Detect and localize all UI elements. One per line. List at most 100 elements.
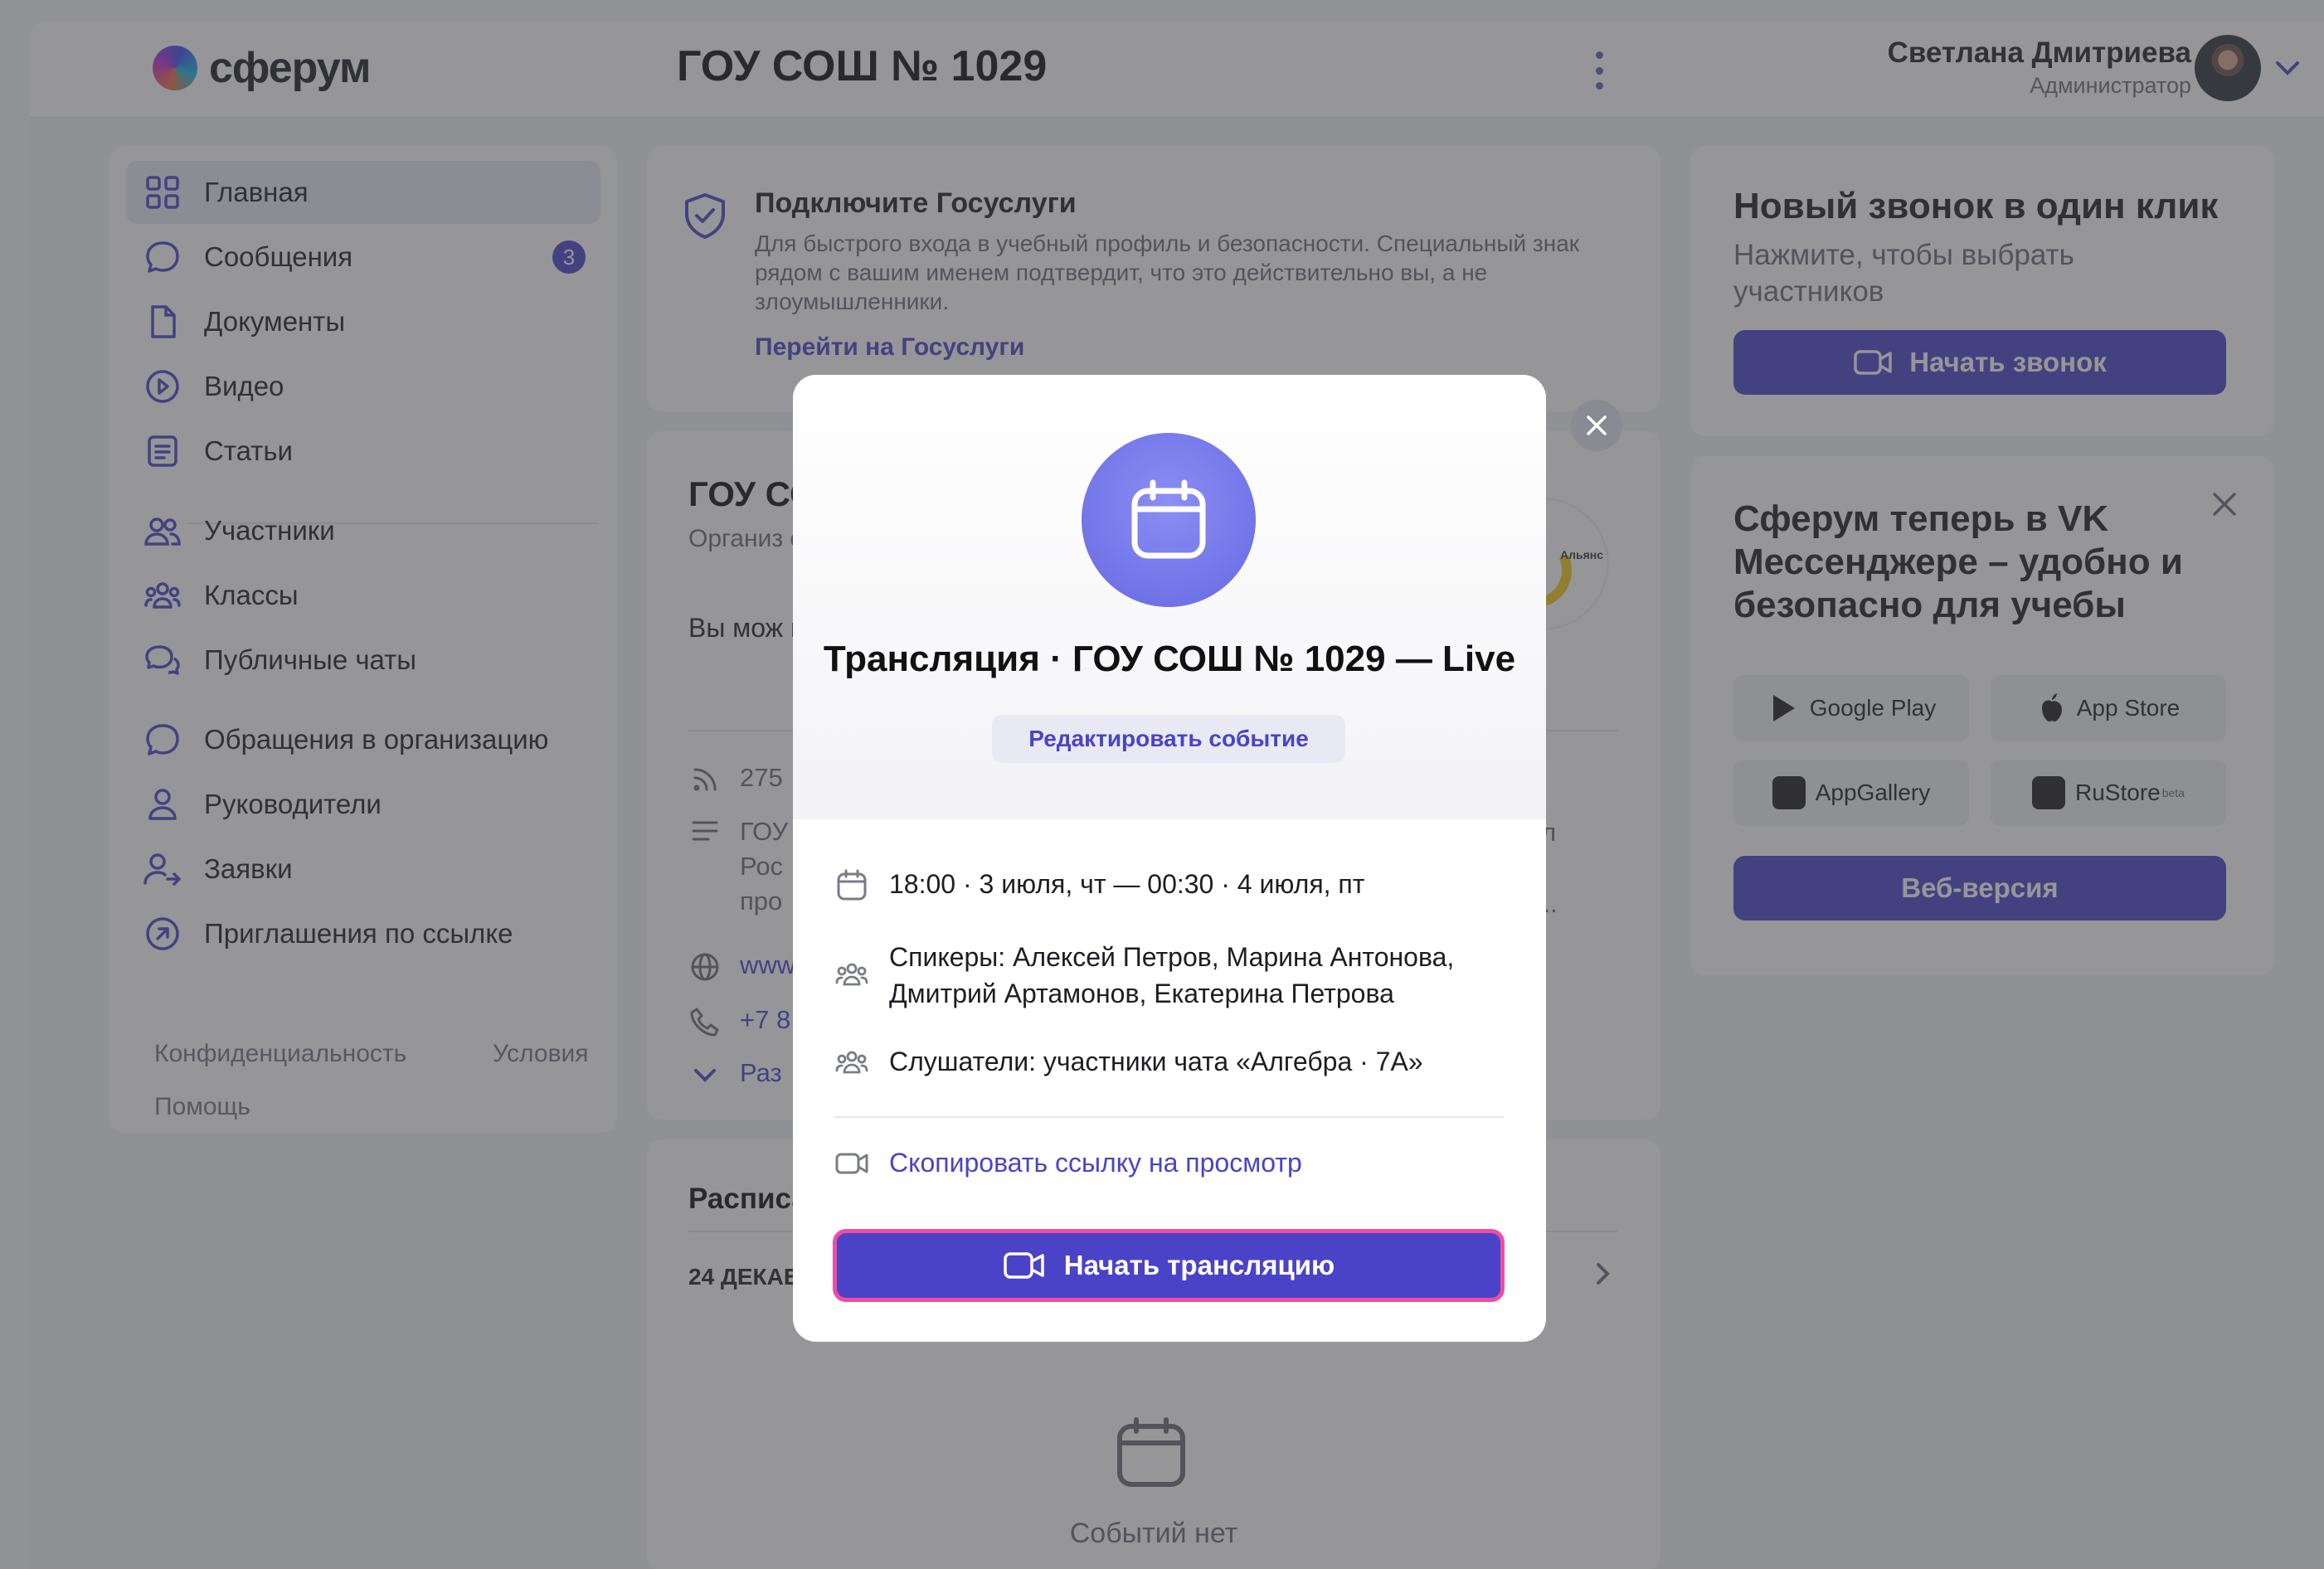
description-row: ГОУ Рос про <box>688 814 788 919</box>
gosuslugi-card: Подключите Госуслуги Для быстрого входа … <box>647 146 1660 411</box>
website-link[interactable]: www <box>740 950 795 979</box>
gosuslugi-description: Для быстрого входа в учебный профиль и б… <box>755 231 1580 314</box>
sidebar-item-label: Классы <box>204 580 299 610</box>
sidebar-item-label: Заявки <box>204 853 293 884</box>
sferum-logo[interactable]: сферум <box>153 43 371 93</box>
description-line: про <box>740 887 783 916</box>
sidebar-item-label: Видео <box>204 371 284 401</box>
event-listeners-row: Слушатели: участники чата «Алгебра · 7А» <box>834 1043 1423 1080</box>
gosuslugi-link[interactable]: Перейти на Госуслуги <box>755 333 1024 362</box>
shield-check-icon <box>685 193 725 239</box>
sidebar-item-label: Сообщения <box>204 241 353 272</box>
calendar-icon <box>1117 1417 1185 1487</box>
chevron-down-icon[interactable] <box>2271 51 2304 85</box>
expand-link[interactable]: Раз <box>740 1058 782 1087</box>
chevron-right-icon[interactable] <box>1586 1257 1619 1290</box>
article-icon <box>148 435 177 467</box>
user-role: Администратор <box>2030 73 2191 98</box>
gosuslugi-title: Подключите Госуслуги <box>755 187 1077 219</box>
sidebar-item-members[interactable]: Участники <box>126 499 600 562</box>
google-play-icon <box>1772 695 1795 721</box>
rss-row: 275 <box>688 763 783 796</box>
promo-title: Сферум теперь в VK Мессенджере – удобно … <box>1733 498 2183 625</box>
edit-event-button[interactable]: Редактировать событие <box>992 715 1345 763</box>
sidebar-item-label: Статьи <box>204 435 293 466</box>
event-listeners: Слушатели: участники чата «Алгебра · 7А» <box>889 1047 1423 1076</box>
sidebar-item-invite-links[interactable]: Приглашения по ссылке <box>126 902 600 965</box>
huawei-icon <box>1772 776 1806 809</box>
sidebar-item-articles[interactable]: Статьи <box>126 420 600 483</box>
page-title: ГОУ СОШ № 1029 <box>677 42 1048 90</box>
privacy-link[interactable]: Конфиденциальность <box>154 1040 406 1068</box>
person-icon <box>148 789 177 820</box>
calendar-icon <box>1131 479 1206 559</box>
close-icon <box>1587 415 1607 435</box>
beta-badge: beta <box>2161 786 2185 799</box>
sidebar-item-managers[interactable]: Руководители <box>126 773 600 836</box>
expand-row[interactable]: Раз <box>688 1058 782 1091</box>
copy-view-link[interactable]: Скопировать ссылку на просмотр <box>889 1144 1302 1181</box>
divider <box>834 1116 1505 1118</box>
message-bubble-icon <box>146 724 179 755</box>
google-play-button[interactable]: Google Play <box>1733 675 1969 741</box>
unread-badge: 3 <box>552 240 586 274</box>
rss-count: 275 <box>740 763 783 793</box>
event-speakers: Спикеры: Алексей Петров, Марина Антонова… <box>889 942 1455 1008</box>
phone-row[interactable]: +7 8 <box>688 1005 790 1038</box>
phone-icon <box>690 1008 719 1037</box>
globe-icon <box>691 953 719 981</box>
start-call-label: Начать звонок <box>1909 347 2107 377</box>
sidebar-item-home[interactable]: Главная <box>126 161 600 224</box>
more-options-icon[interactable] <box>1589 51 1609 90</box>
event-datetime: 18:00 · 3 июля, чт — 00:30 · 4 июля, пт <box>889 869 1365 899</box>
sidebar-item-appeals[interactable]: Обращения в организацию <box>126 708 600 771</box>
app-store-button[interactable]: App Store <box>1991 675 2226 741</box>
chats-icon <box>145 645 180 675</box>
sferum-logo-icon <box>153 46 197 90</box>
rustore-icon <box>2032 776 2066 809</box>
sidebar-item-label: Приглашения по ссылке <box>204 918 513 949</box>
sidebar-item-classes[interactable]: Классы <box>126 564 600 627</box>
appgallery-button[interactable]: AppGallery <box>1733 760 1969 826</box>
apple-icon <box>2041 693 2062 721</box>
sidebar-item-requests[interactable]: Заявки <box>126 838 600 901</box>
user-info[interactable]: Светлана Дмитриева Администратор <box>1888 36 2191 99</box>
close-icon[interactable] <box>2208 488 2241 521</box>
rustore-button[interactable]: RuStore beta <box>1991 760 2226 826</box>
start-broadcast-button[interactable]: Начать трансляцию <box>833 1229 1505 1302</box>
web-version-button[interactable]: Веб-версия <box>1733 856 2226 921</box>
empty-state-text: Событий нет <box>1069 1518 1238 1549</box>
copy-link-row[interactable]: Скопировать ссылку на просмотр <box>834 1144 1302 1181</box>
user-name: Светлана Дмитриева <box>1887 36 2191 69</box>
start-broadcast-label: Начать трансляцию <box>1063 1250 1335 1280</box>
event-icon-circle <box>1082 433 1256 607</box>
schedule-date: 24 ДЕКАБ <box>688 1264 800 1290</box>
call-card-subtitle: Нажмите, чтобы выбрать участников <box>1733 239 2074 308</box>
phone-link[interactable]: +7 8 <box>740 1005 790 1034</box>
play-circle-icon <box>146 370 179 403</box>
schedule-title: Расписа <box>688 1183 808 1215</box>
sidebar-item-messages[interactable]: Сообщения 3 <box>126 226 600 289</box>
sidebar-item-documents[interactable]: Документы <box>126 290 600 353</box>
modal-title: Трансляция · ГОУ СОШ № 1029 — Live <box>823 639 1516 679</box>
sidebar-item-video[interactable]: Видео <box>126 355 600 418</box>
sidebar-item-public-chats[interactable]: Публичные чаты <box>126 629 600 692</box>
video-camera-icon <box>1854 350 1892 375</box>
calendar-icon <box>837 869 867 901</box>
website-row[interactable]: www <box>688 950 795 984</box>
terms-link[interactable]: Условия <box>493 1040 589 1068</box>
avatar[interactable] <box>2195 35 2261 101</box>
store-label: RuStore <box>2075 780 2161 805</box>
broadcast-event-modal: Трансляция · ГОУ СОШ № 1029 — Live Редак… <box>793 375 1546 1342</box>
help-link[interactable]: Помощь <box>154 1093 250 1121</box>
sidebar-item-label: Публичные чаты <box>204 644 417 675</box>
video-camera-icon <box>835 1153 868 1174</box>
event-datetime-row: 18:00 · 3 июля, чт — 00:30 · 4 июля, пт <box>834 866 1364 902</box>
start-call-button[interactable]: Начать звонок <box>1733 330 2226 395</box>
group-icon <box>835 963 868 986</box>
rss-icon <box>693 768 717 791</box>
sidebar-item-label: Участники <box>204 515 335 546</box>
modal-close-button[interactable] <box>1571 400 1622 451</box>
vk-messenger-promo-card: Сферум теперь в VK Мессенджере – удобно … <box>1690 456 2274 975</box>
grid-icon <box>146 176 179 209</box>
